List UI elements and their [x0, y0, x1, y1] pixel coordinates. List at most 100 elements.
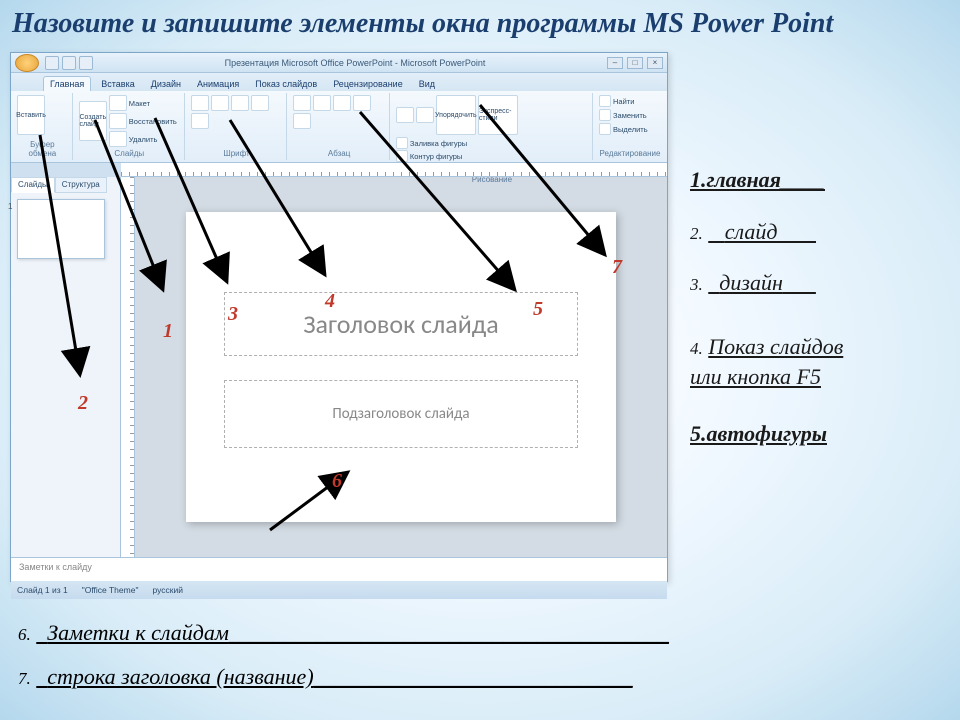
font-bold-icon[interactable] [191, 95, 209, 111]
delete-button[interactable]: Удалить [109, 131, 177, 147]
fill-icon [396, 137, 408, 149]
tab-animations[interactable]: Анимация [191, 77, 245, 91]
workspace: Слайды Структура Заголовок слайда Подзаг… [11, 177, 667, 557]
group-clipboard: Вставить Буфер обмена [13, 93, 73, 160]
select-icon [599, 123, 611, 135]
group-paragraph: Абзац [289, 93, 390, 160]
tab-outline-panel[interactable]: Структура [55, 177, 107, 193]
answer-3: 3. дизайн [690, 268, 950, 298]
callout-4: 4 [325, 290, 335, 313]
answer-6: 6. Заметки к слайдам____________________… [18, 620, 938, 646]
answer-2-text: слайд [725, 219, 778, 244]
align-center-icon[interactable] [353, 95, 371, 111]
callout-7: 7 [612, 256, 622, 279]
align-left-icon[interactable] [333, 95, 351, 111]
new-slide-button[interactable]: Создать слайд [79, 101, 107, 141]
answer-2: 2. слайд [690, 217, 950, 247]
numbering-icon[interactable] [313, 95, 331, 111]
find-button[interactable]: Найти [599, 95, 661, 107]
slide-canvas[interactable]: Заголовок слайда Подзаголовок слайда [186, 212, 616, 522]
group-paragraph-label: Абзац [293, 149, 385, 158]
group-slides: Создать слайд Макет Восстановить Удалить… [75, 93, 185, 160]
minimize-button[interactable]: – [607, 57, 623, 69]
answer-4-num: 4. [690, 339, 703, 358]
tab-slideshow[interactable]: Показ слайдов [249, 77, 323, 91]
notes-pane[interactable]: Заметки к слайду [11, 557, 667, 581]
answer-3-num: 3. [690, 275, 703, 294]
left-panel-tabs: Слайды Структура [11, 177, 120, 193]
tab-home[interactable]: Главная [43, 76, 91, 91]
callout-5: 5 [533, 298, 543, 321]
instruction-title: Назовите и запишите элементы окна програ… [12, 8, 960, 40]
reset-icon [109, 113, 127, 129]
reset-button[interactable]: Восстановить [109, 113, 177, 129]
title-placeholder[interactable]: Заголовок слайда [224, 292, 578, 356]
align-right-icon[interactable] [293, 113, 311, 129]
tab-view[interactable]: Вид [413, 77, 441, 91]
font-underline-icon[interactable] [231, 95, 249, 111]
answer-7-text: строка заголовка (название) [47, 664, 313, 689]
group-slides-label: Слайды [79, 149, 180, 158]
qat-redo-icon[interactable] [79, 56, 93, 70]
qat-undo-icon[interactable] [62, 56, 76, 70]
select-button[interactable]: Выделить [599, 123, 661, 135]
ribbon: Вставить Буфер обмена Создать слайд Маке… [11, 91, 667, 163]
vertical-ruler [121, 177, 135, 557]
answer-4-line2: или кнопка F5 [690, 364, 821, 389]
answer-7: 7. строка заголовка (название)__________… [18, 664, 938, 690]
maximize-button[interactable]: □ [627, 57, 643, 69]
replace-button[interactable]: Заменить [599, 109, 661, 121]
qat-save-icon[interactable] [45, 56, 59, 70]
group-drawing: Упорядочить Экспресс-стили Заливка фигур… [392, 93, 593, 160]
shape-fill-button[interactable]: Заливка фигуры [396, 137, 478, 149]
font-color-icon[interactable] [191, 113, 209, 129]
status-language: русский [152, 585, 183, 595]
horizontal-ruler [121, 163, 667, 177]
callout-6: 6 [332, 470, 342, 493]
tab-design[interactable]: Дизайн [145, 77, 187, 91]
group-editing-label: Редактирование [599, 149, 661, 158]
group-editing: Найти Заменить Выделить Редактирование [595, 93, 665, 160]
answer-5: 5.автофигуры [690, 419, 950, 449]
arrange-button[interactable]: Упорядочить [436, 95, 476, 135]
answers-bottom: 6. Заметки к слайдам____________________… [18, 620, 938, 708]
answer-6-num: 6. [18, 625, 31, 644]
group-clipboard-label: Буфер обмена [17, 140, 68, 158]
answer-7-num: 7. [18, 669, 31, 688]
subtitle-placeholder[interactable]: Подзаголовок слайда [224, 380, 578, 448]
shape-icon-2[interactable] [416, 107, 434, 123]
answer-1-text: главная____ [707, 167, 826, 192]
paste-button[interactable]: Вставить [17, 95, 45, 135]
shape-outline-button[interactable]: Контур фигуры [396, 150, 478, 162]
font-italic-icon[interactable] [211, 95, 229, 111]
slide-thumbnail[interactable] [17, 199, 105, 259]
quick-styles-button[interactable]: Экспресс-стили [478, 95, 518, 135]
outline-icon [396, 150, 408, 162]
answer-1: 1.главная____ [690, 165, 950, 195]
layout-icon [109, 95, 127, 111]
powerpoint-window: Презентация Microsoft Office PowerPoint … [10, 52, 668, 582]
close-button[interactable]: × [647, 57, 663, 69]
group-font: Шрифт [187, 93, 288, 160]
status-theme: "Office Theme" [82, 585, 139, 595]
font-size-icon[interactable] [251, 95, 269, 111]
callout-3: 3 [228, 303, 238, 326]
answer-3-text: дизайн [719, 270, 783, 295]
callout-1: 1 [163, 320, 173, 343]
tab-slides-panel[interactable]: Слайды [11, 177, 55, 193]
bullets-icon[interactable] [293, 95, 311, 111]
replace-icon [599, 109, 611, 121]
answer-2-num: 2. [690, 224, 703, 243]
tab-review[interactable]: Рецензирование [327, 77, 409, 91]
window-title-text: Презентация Microsoft Office PowerPoint … [103, 58, 607, 68]
slides-panel: Слайды Структура [11, 177, 121, 557]
office-button[interactable] [15, 54, 39, 72]
delete-icon [109, 131, 127, 147]
answer-5-num: 5. [690, 421, 707, 446]
status-slide-count: Слайд 1 из 1 [17, 585, 68, 595]
layout-button[interactable]: Макет [109, 95, 177, 111]
answer-5-text: автофигуры [707, 421, 828, 446]
tab-insert[interactable]: Вставка [95, 77, 140, 91]
shape-icon[interactable] [396, 107, 414, 123]
callout-2: 2 [78, 392, 88, 415]
